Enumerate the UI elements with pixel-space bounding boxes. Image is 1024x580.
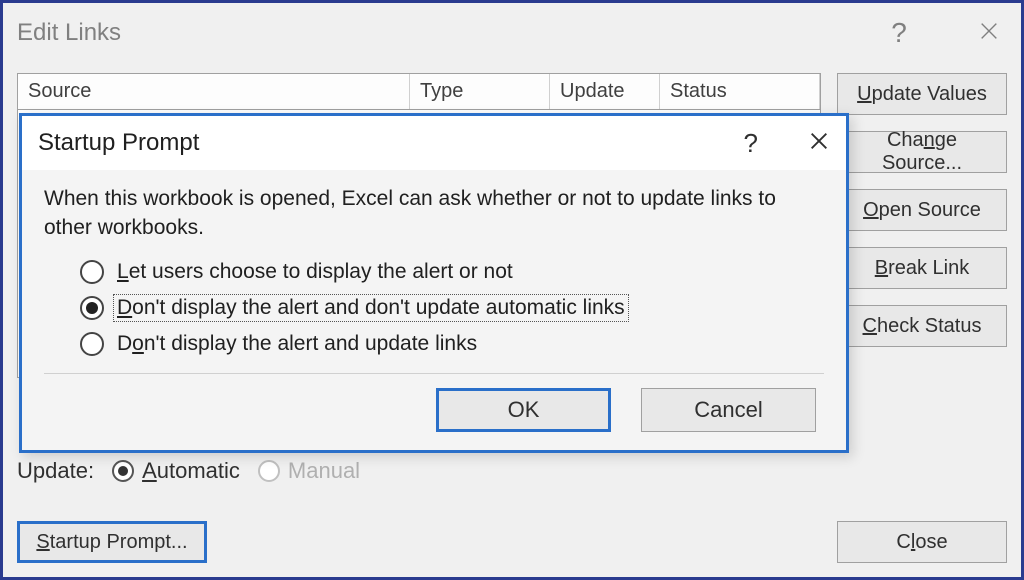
break-link-button[interactable]: Break Link (837, 247, 1007, 289)
column-header-update[interactable]: Update (550, 74, 660, 109)
cancel-button[interactable]: Cancel (641, 388, 816, 432)
option-dont-display-dont-update-label: Don't display the alert and don't update… (114, 295, 628, 321)
column-header-type[interactable]: Type (410, 74, 550, 109)
column-header-source[interactable]: Source (18, 74, 410, 109)
edit-links-bottom-row: Startup Prompt... Close (17, 521, 1007, 563)
startup-prompt-window-controls: ? (744, 128, 830, 159)
close-button[interactable]: Close (837, 521, 1007, 563)
divider (44, 373, 824, 374)
startup-prompt-title: Startup Prompt (38, 129, 199, 157)
option-dont-display-dont-update[interactable]: Don't display the alert and don't update… (80, 295, 824, 321)
help-icon[interactable]: ? (881, 17, 917, 49)
open-source-button[interactable]: Open Source (837, 189, 1007, 231)
startup-prompt-dialog: Startup Prompt ? When this workbook is o… (19, 113, 849, 453)
update-manual-radio: Manual (258, 458, 360, 484)
close-icon[interactable] (971, 17, 1007, 49)
update-automatic-label: Automatic (142, 458, 240, 484)
edit-links-title: Edit Links (17, 19, 121, 47)
radio-icon (80, 332, 104, 356)
option-let-users-choose-label: Let users choose to display the alert or… (114, 259, 516, 285)
radio-icon (80, 296, 104, 320)
side-buttons: Update Values Change Source... Open Sour… (837, 73, 1007, 563)
radio-icon (112, 460, 134, 482)
update-label: Update: (17, 458, 94, 484)
update-manual-label: Manual (288, 458, 360, 484)
check-status-button[interactable]: Check Status (837, 305, 1007, 347)
startup-prompt-titlebar: Startup Prompt ? (22, 116, 846, 170)
startup-prompt-message: When this workbook is opened, Excel can … (44, 184, 824, 243)
option-dont-display-update[interactable]: Don't display the alert and update links (80, 331, 824, 357)
column-header-status[interactable]: Status (660, 74, 820, 109)
edit-links-window-controls: ? (881, 17, 1007, 49)
radio-icon (80, 260, 104, 284)
edit-links-titlebar: Edit Links ? (3, 3, 1021, 63)
startup-prompt-body: When this workbook is opened, Excel can … (22, 170, 846, 448)
radio-icon (258, 460, 280, 482)
update-automatic-radio[interactable]: Automatic (112, 458, 240, 484)
change-source-button[interactable]: Change Source... (837, 131, 1007, 173)
links-list-header: Source Type Update Status (18, 74, 820, 110)
edit-links-dialog: Edit Links ? Source Type Update Status (0, 0, 1024, 580)
close-icon[interactable] (808, 128, 830, 159)
update-values-button[interactable]: Update Values (837, 73, 1007, 115)
update-mode-row: Update: Automatic Manual (17, 458, 821, 484)
startup-prompt-button[interactable]: Startup Prompt... (17, 521, 207, 563)
option-dont-display-update-label: Don't display the alert and update links (114, 331, 480, 357)
startup-prompt-buttons: OK Cancel (44, 388, 824, 432)
option-let-users-choose[interactable]: Let users choose to display the alert or… (80, 259, 824, 285)
help-icon[interactable]: ? (744, 128, 758, 159)
ok-button[interactable]: OK (436, 388, 611, 432)
startup-prompt-options: Let users choose to display the alert or… (44, 259, 824, 357)
